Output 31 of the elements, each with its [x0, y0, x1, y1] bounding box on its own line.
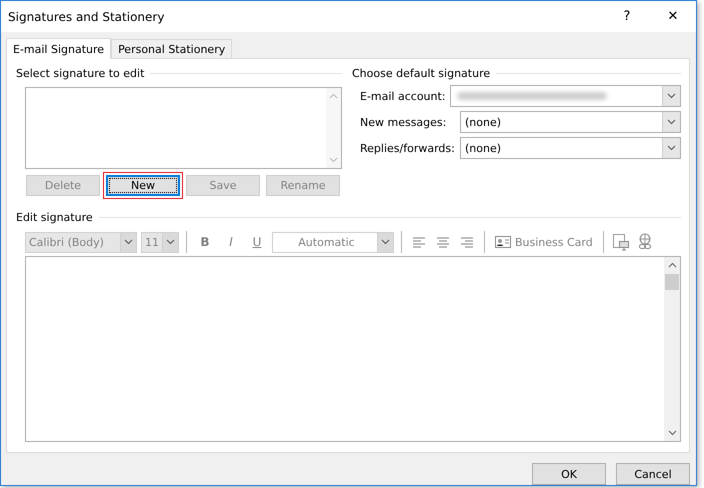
format-dropdown[interactable]: Automatic: [272, 232, 394, 252]
contact-card-icon: [495, 236, 511, 248]
dropdown-field[interactable]: (none): [460, 137, 681, 159]
format-dropdown[interactable]: 11: [141, 232, 179, 252]
field-label: E-mail account:: [360, 90, 446, 102]
group-heading: Choose default signature: [352, 66, 490, 80]
dialog-button[interactable]: Cancel: [616, 463, 690, 485]
group-heading: Select signature to edit: [16, 66, 144, 80]
bold-button[interactable]: B: [194, 232, 216, 252]
signature-button[interactable]: New: [106, 175, 180, 196]
dropdown-field[interactable]: (none): [460, 111, 681, 133]
scrollbar[interactable]: [664, 257, 680, 441]
field-label: New messages:: [360, 116, 446, 128]
field-label: Replies/forwards:: [360, 142, 455, 154]
close-button[interactable]: ✕: [650, 2, 696, 32]
business-card-button[interactable]: Business Card: [492, 232, 596, 252]
group-heading: Edit signature: [16, 210, 93, 224]
window-title: Signatures and Stationery: [8, 10, 164, 24]
format-dropdown[interactable]: Calibri (Body): [25, 232, 137, 252]
dropdown-field[interactable]: [450, 85, 681, 107]
dialog-button[interactable]: OK: [532, 463, 606, 485]
signature-list[interactable]: [25, 87, 342, 169]
italic-button[interactable]: I: [220, 232, 242, 252]
picture-monitor-icon[interactable]: [610, 232, 631, 252]
scroll-up-icon[interactable]: [668, 262, 676, 268]
tab[interactable]: Personal Stationery: [111, 39, 232, 58]
scroll-down-icon[interactable]: [668, 430, 676, 436]
help-button[interactable]: ?: [604, 2, 650, 32]
underline-button[interactable]: U: [246, 232, 268, 252]
tab[interactable]: E-mail Signature: [6, 38, 112, 59]
scroll-thumb[interactable]: [665, 274, 679, 290]
